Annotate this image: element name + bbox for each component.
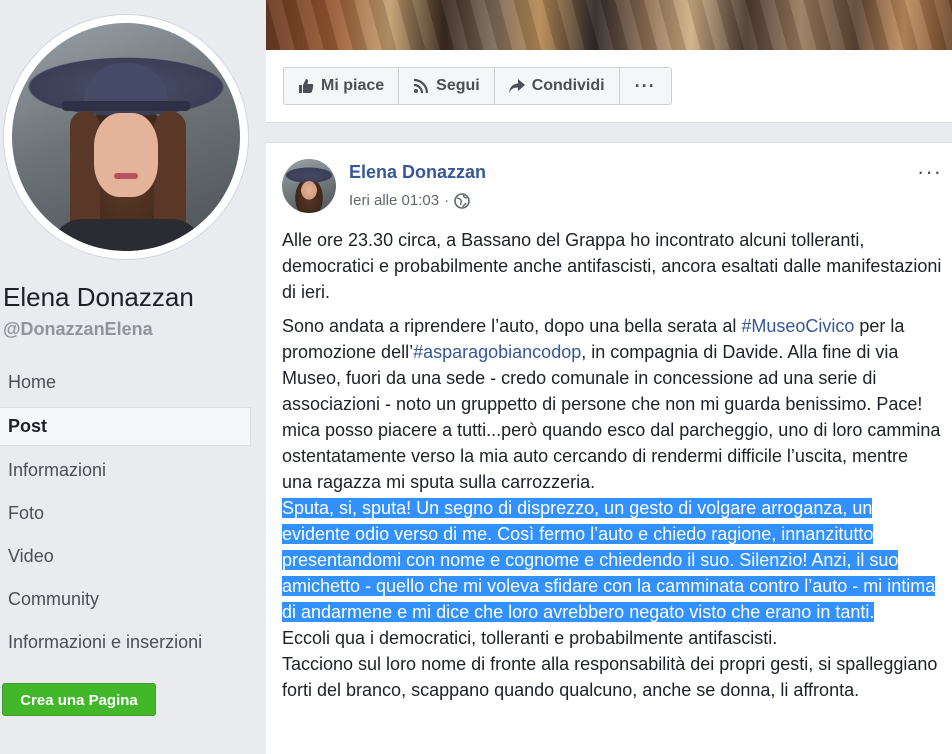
nav-item-community[interactable]: Community xyxy=(0,578,251,621)
create-page-button[interactable]: Crea una Pagina xyxy=(2,683,156,716)
nav-item-home[interactable]: Home xyxy=(0,361,251,404)
post-text: , in compagnia di Davide. Alla fine di v… xyxy=(282,342,941,492)
profile-name[interactable]: Elena Donazzan xyxy=(3,282,194,313)
highlighted-text[interactable]: Sputa, si, sputa! Un segno di disprezzo,… xyxy=(282,498,936,622)
page-action-buttons: Mi piace Segui Condividi ··· xyxy=(283,67,672,105)
more-actions-button[interactable]: ··· xyxy=(620,68,671,104)
meta-separator: · xyxy=(444,192,450,209)
share-arrow-icon xyxy=(508,79,525,93)
nav-item-post[interactable]: Post xyxy=(0,407,251,446)
post-paragraph-2: Sono andata a riprendere l’auto, dopo un… xyxy=(282,313,942,703)
hashtag-link[interactable]: #asparagobiancodop xyxy=(413,342,581,362)
page-actions-bar: Mi piace Segui Condividi ··· xyxy=(266,50,952,123)
share-button-label: Condividi xyxy=(531,77,605,94)
nav-item-video[interactable]: Video xyxy=(0,535,251,578)
post-options-button[interactable]: ··· xyxy=(917,159,942,185)
post-paragraph-1: Alle ore 23.30 circa, a Bassano del Grap… xyxy=(282,230,942,302)
follow-button[interactable]: Segui xyxy=(399,68,495,104)
like-button-label: Mi piace xyxy=(321,77,385,94)
post-timestamp[interactable]: Ieri alle 01:03 xyxy=(349,192,439,209)
cover-photo[interactable] xyxy=(266,0,952,50)
nav-item-foto[interactable]: Foto xyxy=(0,492,251,535)
profile-handle[interactable]: @DonazzanElena xyxy=(3,319,153,340)
profile-picture[interactable] xyxy=(12,23,240,251)
post-card: Elena Donazzan Ieri alle 01:03 · ··· All… xyxy=(266,142,952,754)
hashtag-link[interactable]: #MuseoCivico xyxy=(741,316,854,336)
globe-icon[interactable] xyxy=(454,192,470,209)
nav-item-informazioni[interactable]: Informazioni xyxy=(0,449,251,492)
follow-button-label: Segui xyxy=(436,77,480,94)
post-text: Sono andata a riprendere l’auto, dopo un… xyxy=(282,316,742,336)
post-author-name[interactable]: Elena Donazzan xyxy=(349,162,486,183)
post-author-avatar[interactable] xyxy=(282,159,336,213)
nav-item-ads-info[interactable]: Informazioni e inserzioni xyxy=(0,621,251,664)
thumbs-up-icon xyxy=(299,79,314,93)
page-nav: Home Post Informazioni Foto Video Commun… xyxy=(0,361,251,664)
post-text: Eccoli qua i democratici, tolleranti e p… xyxy=(282,628,778,648)
profile-picture-frame[interactable] xyxy=(4,15,248,259)
post-body: Alle ore 23.30 circa, a Bassano del Grap… xyxy=(282,227,942,703)
like-button[interactable]: Mi piace xyxy=(284,68,400,104)
post-text: Tacciono sul loro nome di fronte alla re… xyxy=(282,654,938,700)
share-button[interactable]: Condividi xyxy=(495,68,620,104)
post-meta: Ieri alle 01:03 · xyxy=(349,192,470,209)
rss-icon xyxy=(414,78,429,94)
left-column: Elena Donazzan @DonazzanElena Home Post … xyxy=(0,0,262,753)
